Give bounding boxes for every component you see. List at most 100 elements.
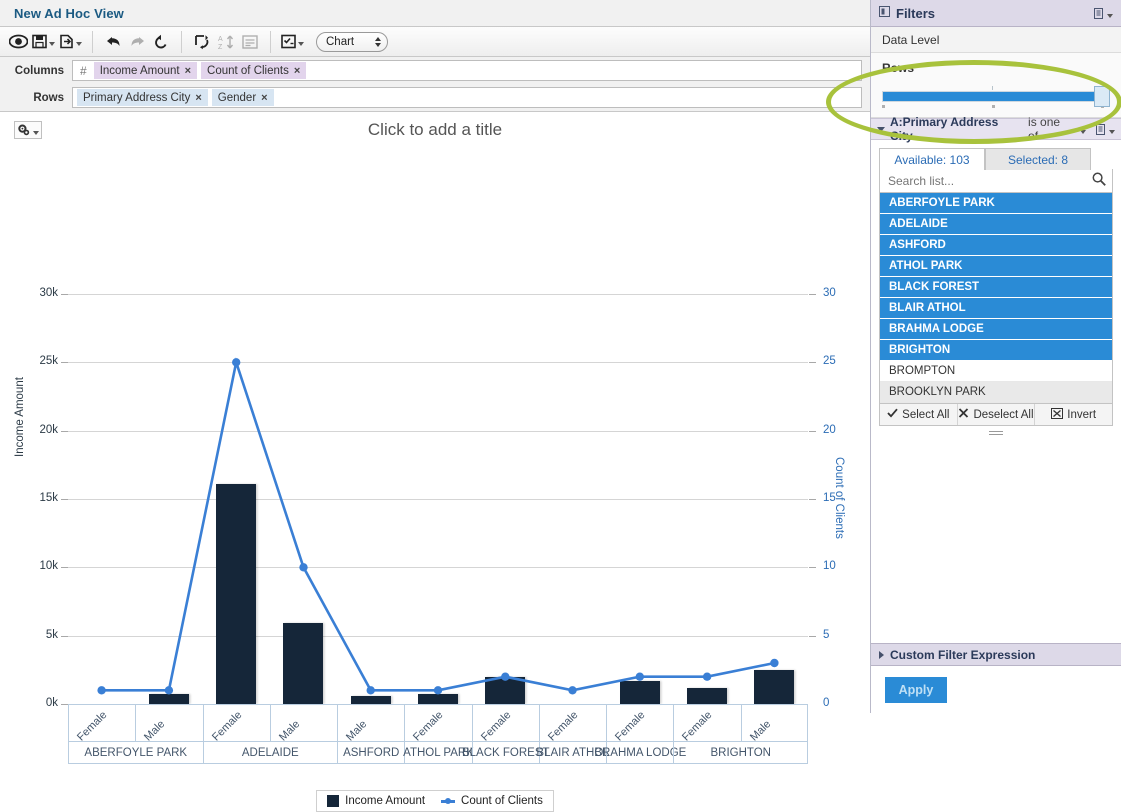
rows-slider-label: Rows [882,61,915,75]
search-icon[interactable] [1092,172,1106,189]
action-label: Select All [902,408,950,421]
rows-slider[interactable] [882,85,1110,108]
slider-tick-dot [882,105,885,108]
filter-value-row[interactable]: BLAIR ATHOL [880,298,1112,319]
filter-value-row[interactable]: ASHFORD [880,235,1112,256]
line-data-point[interactable] [568,686,577,695]
y-axis-tick-mark [809,430,816,432]
legend-label: Count of Clients [461,795,543,807]
line-data-point[interactable] [501,672,510,681]
filters-panel-menu-icon[interactable] [1094,7,1113,19]
export-icon[interactable] [57,30,84,54]
line-data-point[interactable] [299,563,308,572]
line-data-point[interactable] [97,686,106,695]
y-axis-left-tick-label: 30k [39,287,58,299]
chevron-down-icon[interactable] [49,42,55,46]
toolbar-group-view [0,27,90,57]
remove-field-icon[interactable]: × [195,92,201,104]
custom-filter-expression-header[interactable]: Custom Filter Expression [871,643,1121,666]
remove-field-icon[interactable]: × [261,92,267,104]
x-axis-category-cell: Female [202,704,270,742]
filter-body: Available: 103 Selected: 8 ABERFOYLE PAR… [871,140,1121,437]
filter-value-row[interactable]: BROOKLYN PARK [880,382,1112,403]
line-data-point[interactable] [232,358,241,367]
line-data-point[interactable] [164,686,174,695]
filter-value-row[interactable]: ABERFOYLE PARK [880,193,1112,214]
chevron-down-icon[interactable] [1080,129,1086,134]
toolbar-group-data: AZ [184,27,268,57]
toolbar: AZ Chart [0,27,870,57]
switch-group-icon[interactable] [190,30,214,54]
svg-text:A: A [218,36,223,43]
rows-shelf-dropzone[interactable]: Primary Address City × Gender × [72,87,862,108]
select-all-button[interactable]: Select All [880,404,958,425]
bar-swatch-icon [327,795,340,807]
remove-field-icon[interactable]: × [294,65,300,77]
remove-field-icon[interactable]: × [185,65,191,77]
search-input[interactable] [886,172,1092,189]
filter-value-row[interactable]: BRAHMA LODGE [880,319,1112,340]
line-data-point[interactable] [770,658,779,668]
display-options-icon[interactable] [279,30,306,54]
data-level-row[interactable]: Data Level [871,27,1121,53]
filter-value-row[interactable]: BLACK FOREST [880,277,1112,298]
x-axis-category-cell: Female [404,704,472,742]
filter-value-list[interactable]: ABERFOYLE PARK ADELAIDE ASHFORD ATHOL PARK B… [879,193,1113,404]
chart-title-placeholder[interactable]: Click to add a title [0,120,870,140]
field-pill-label: Gender [217,91,257,104]
field-pill-gender[interactable]: Gender × [211,89,274,106]
filter-operator[interactable]: is one of [1028,115,1073,143]
chevron-down-icon[interactable] [76,42,82,46]
y-axis-tick-mark [809,362,816,364]
x-axis-group-label: ABERFOYLE PARK [68,742,203,764]
line-data-point[interactable] [702,672,712,681]
chevron-down-icon[interactable] [1109,129,1115,134]
spinner-arrows-icon[interactable] [375,36,381,47]
apply-row: Apply [871,667,1121,713]
apply-button[interactable]: Apply [885,677,947,703]
line-data-point[interactable] [366,686,375,695]
view-mode-icon[interactable] [6,30,30,54]
field-pill-income-amount[interactable]: Income Amount × [93,62,198,79]
collapse-panel-icon[interactable] [879,6,890,20]
tab-available[interactable]: Available: 103 [879,148,985,170]
x-axis-category-label: Male [276,718,303,742]
chevron-down-icon[interactable] [1107,13,1113,18]
legend-item-income-amount[interactable]: Income Amount [327,795,425,807]
columns-shelf-label: Columns [14,64,64,77]
x-axis-category-cell: Male [740,704,808,742]
chart-type-select[interactable]: Chart [316,31,388,52]
redo-icon [125,30,149,54]
y-axis-tick-mark [61,567,68,569]
tab-selected[interactable]: Selected: 8 [985,148,1091,170]
columns-shelf-dropzone[interactable]: # Income Amount × Count of Clients × [72,60,862,81]
check-icon [887,408,898,421]
chart-type-value: Chart [326,35,355,48]
line-data-point[interactable] [635,672,644,681]
filter-menu-icon[interactable] [1096,123,1115,135]
filter-value-row[interactable]: BRIGHTON [880,340,1112,361]
y-axis-left-tick-label: 5k [45,628,58,641]
filters-panel-title: Filters [896,5,936,21]
y-axis-left-tick-label: 10k [39,560,58,573]
field-pill-primary-address-city[interactable]: Primary Address City × [77,89,208,106]
filter-value-row[interactable]: ATHOL PARK [880,256,1112,277]
resize-grip[interactable] [879,431,1113,437]
undo-icon[interactable] [101,30,125,54]
filter-value-row[interactable]: ADELAIDE [880,214,1112,235]
measure-hash-icon: # [80,63,87,78]
save-icon[interactable] [30,30,57,54]
line-data-point[interactable] [433,686,443,695]
x-axis-group-label: ASHFORD [337,742,405,764]
slider-handle[interactable] [1094,86,1110,107]
chevron-right-icon[interactable] [879,650,884,659]
filter-value-row[interactable]: BROMPTON [880,361,1112,382]
field-pill-count-of-clients[interactable]: Count of Clients × [201,62,307,79]
revert-icon[interactable] [149,30,173,54]
cross-icon [958,408,969,421]
legend-item-count-of-clients[interactable]: Count of Clients [441,795,543,807]
invert-button[interactable]: Invert [1035,404,1112,425]
chevron-down-icon[interactable] [877,126,885,132]
deselect-all-button[interactable]: Deselect All [958,404,1036,425]
chevron-down-icon[interactable] [298,42,304,46]
